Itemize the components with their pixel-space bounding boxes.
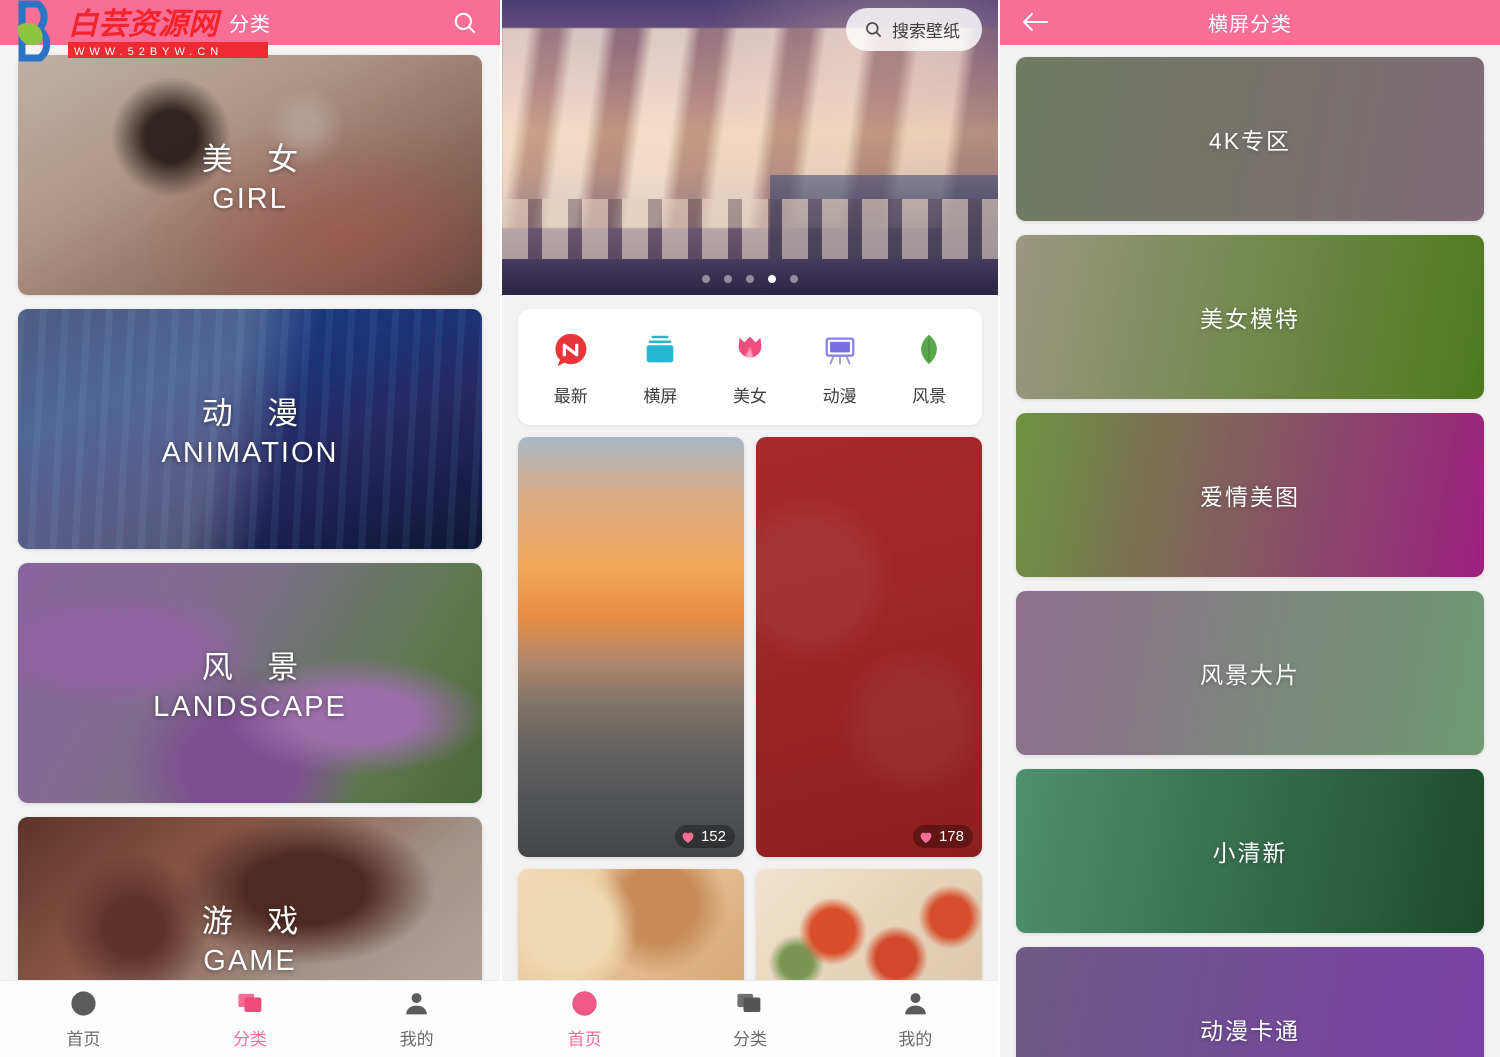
search-icon[interactable] <box>452 10 478 36</box>
card-title-en: ANIMATION <box>161 437 339 469</box>
chat-bubble-n-icon <box>552 331 590 369</box>
category-card-landscape[interactable]: 风 景 LANDSCAPE <box>18 563 482 803</box>
wallpaper-grid: 152 178 <box>518 437 982 989</box>
carousel-dot[interactable] <box>746 275 754 283</box>
wallpaper-image <box>518 869 744 989</box>
person-icon <box>901 989 930 1018</box>
like-count: 152 <box>700 828 726 845</box>
card-title-cn: 风 景 <box>201 650 312 685</box>
carousel-dot[interactable] <box>724 275 732 283</box>
tab-mine[interactable]: 我的 <box>833 989 998 1050</box>
tab-label: 首页 <box>567 1029 602 1049</box>
landscape-category-model[interactable]: 美女模特 <box>1016 235 1484 399</box>
search-wallpaper-button[interactable]: 搜索壁纸 <box>846 8 982 51</box>
like-badge[interactable]: 178 <box>912 825 973 848</box>
landscape-category-scenery[interactable]: 风景大片 <box>1016 591 1484 755</box>
category-label: 动漫卡通 <box>1200 1018 1300 1044</box>
card-title-en: GAME <box>203 945 297 977</box>
wallpaper-image <box>518 437 744 857</box>
hero-viaduct <box>502 199 998 261</box>
tab-label: 我的 <box>898 1029 933 1049</box>
panel1-tabbar: 首页 分类 我的 <box>0 980 500 1057</box>
tab-categories[interactable]: 分类 <box>667 989 832 1050</box>
page-title: 分类 <box>229 14 271 36</box>
wallpaper-image <box>756 437 982 857</box>
tab-label: 我的 <box>399 1029 434 1049</box>
like-badge[interactable]: 152 <box>674 825 735 848</box>
panel1-card-list: 美 女 GIRL 动 漫 ANIMATION 风 景 LANDSCAPE 游 戏… <box>0 45 500 1057</box>
quick-nav-anime[interactable]: 动漫 <box>806 331 874 407</box>
compass-icon <box>570 989 599 1018</box>
quick-nav-label: 风景 <box>912 387 947 406</box>
card-title-cn: 游 戏 <box>201 904 312 939</box>
panel-home: 搜索壁纸 最新 横屏 美女 动漫 风景 152 178 首页 分类 我的 <box>500 0 1000 1057</box>
panel-categories: 分类 美 女 GIRL 动 漫 ANIMATION 风 景 LANDSCAPE … <box>0 0 500 1057</box>
card-labels: 美 女 GIRL <box>18 55 482 295</box>
category-label: 美女模特 <box>1200 306 1300 332</box>
search-icon <box>866 22 882 38</box>
tab-label: 首页 <box>66 1029 101 1049</box>
cards-icon <box>236 989 265 1018</box>
card-labels: 动 漫 ANIMATION <box>18 309 482 549</box>
landscape-category-4k[interactable]: 4K专区 <box>1016 57 1484 221</box>
panel3-category-list: 4K专区 美女模特 爱情美图 风景大片 小清新 动漫卡通 <box>1000 45 1500 1057</box>
quick-nav-latest[interactable]: 最新 <box>537 331 605 407</box>
wallpaper-card-persimmon[interactable] <box>756 869 982 989</box>
tab-home[interactable]: 首页 <box>502 989 667 1050</box>
card-labels: 风 景 LANDSCAPE <box>18 563 482 803</box>
tulip-icon <box>731 331 769 369</box>
carousel-dots <box>502 275 998 283</box>
tab-categories[interactable]: 分类 <box>167 989 334 1050</box>
category-label: 小清新 <box>1212 840 1288 866</box>
quick-nav-scenery[interactable]: 风景 <box>895 331 963 407</box>
tab-label: 分类 <box>233 1029 267 1049</box>
quick-nav-label: 美女 <box>732 387 767 406</box>
heart-icon <box>682 832 694 843</box>
hero-carousel[interactable]: 搜索壁纸 <box>502 0 998 295</box>
card-title-cn: 美 女 <box>201 142 312 177</box>
search-placeholder: 搜索壁纸 <box>892 22 960 41</box>
category-label: 4K专区 <box>1208 128 1292 154</box>
panel2-tabbar: 首页 分类 我的 <box>502 980 998 1057</box>
quick-nav-label: 动漫 <box>822 387 857 406</box>
wallpaper-card-cartoon-happy[interactable] <box>518 869 744 989</box>
compass-icon <box>69 989 98 1018</box>
category-label: 风景大片 <box>1200 662 1300 688</box>
wallpaper-image <box>756 869 982 989</box>
carousel-dot-active[interactable] <box>768 275 776 283</box>
category-card-girl[interactable]: 美 女 GIRL <box>18 55 482 295</box>
panel-landscape-categories: 横屏分类 4K专区 美女模特 爱情美图 风景大片 小清新 动漫卡通 <box>1000 0 1500 1057</box>
landscape-cards-icon <box>641 331 679 369</box>
three-phone-screenshots: 分类 美 女 GIRL 动 漫 ANIMATION 风 景 LANDSCAPE … <box>0 0 1500 1057</box>
panel1-header: 分类 <box>0 0 500 45</box>
quick-nav-girl[interactable]: 美女 <box>716 331 784 407</box>
quick-nav-label: 最新 <box>553 387 588 406</box>
landscape-category-anime[interactable]: 动漫卡通 <box>1016 947 1484 1057</box>
tab-home[interactable]: 首页 <box>0 989 167 1050</box>
person-icon <box>402 989 431 1018</box>
card-title-cn: 动 漫 <box>201 396 312 431</box>
wallpaper-card-sunset-street[interactable]: 152 <box>518 437 744 857</box>
carousel-dot[interactable] <box>790 275 798 283</box>
cards-icon <box>735 989 764 1018</box>
landscape-category-love[interactable]: 爱情美图 <box>1016 413 1484 577</box>
like-count: 178 <box>938 828 964 845</box>
card-title-en: GIRL <box>212 183 288 215</box>
card-title-en: LANDSCAPE <box>153 691 347 723</box>
carousel-dot[interactable] <box>702 275 710 283</box>
panel3-header: 横屏分类 <box>1000 0 1500 45</box>
leaf-icon <box>910 331 948 369</box>
landscape-category-fresh[interactable]: 小清新 <box>1016 769 1484 933</box>
tab-mine[interactable]: 我的 <box>333 989 500 1050</box>
tab-label: 分类 <box>732 1029 767 1049</box>
easel-board-icon <box>821 331 859 369</box>
page-title: 横屏分类 <box>1208 14 1292 36</box>
quick-nav-label: 横屏 <box>643 387 678 406</box>
quick-nav-card: 最新 横屏 美女 动漫 风景 <box>518 309 982 425</box>
wallpaper-card-red-new-year[interactable]: 178 <box>756 437 982 857</box>
category-card-animation[interactable]: 动 漫 ANIMATION <box>18 309 482 549</box>
category-label: 爱情美图 <box>1200 484 1300 510</box>
quick-nav-landscape-screen[interactable]: 横屏 <box>626 331 694 407</box>
heart-icon <box>920 832 932 843</box>
